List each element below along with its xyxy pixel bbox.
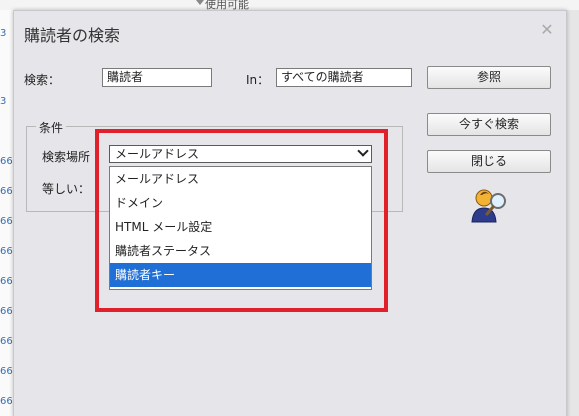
background-row: 3 <box>0 96 7 107</box>
chevron-down-icon <box>196 0 204 5</box>
close-button[interactable]: 閉じる <box>427 150 551 173</box>
dropdown-option-html-mail[interactable]: HTML メール設定 <box>110 215 371 239</box>
conditions-group-label: 条件 <box>36 119 67 136</box>
search-location-label: 検索場所 <box>42 150 91 164</box>
in-label: In： <box>246 73 270 87</box>
search-input[interactable]: 購読者 <box>102 68 212 87</box>
search-location-dropdown: メールアドレス ドメイン HTML メール設定 購読者ステータス 購読者キー <box>109 166 372 290</box>
search-location-select[interactable]: メールアドレス <box>109 145 372 163</box>
background-row: 66 <box>0 276 13 287</box>
background-row: 66 <box>0 336 13 347</box>
close-icon[interactable]: ✕ <box>538 21 556 39</box>
background-row: 66 <box>0 246 13 257</box>
background-top-bar: 使用可能 <box>0 0 579 11</box>
background-left-column: 3 3 66 66 66 66 66 66 66 66 66 <box>0 10 14 416</box>
background-row: 66 <box>0 366 13 377</box>
search-now-button[interactable]: 今すぐ検索 <box>427 113 551 136</box>
background-row: 66 <box>0 216 13 227</box>
equals-label: 等しい： <box>42 182 91 196</box>
subscriber-search-dialog: 購読者の検索 ✕ 検索： 購読者 In： すべての購読者 参照 今すぐ検索 閉じ… <box>13 10 567 416</box>
background-row: 3 <box>0 28 7 39</box>
dialog-title: 購読者の検索 <box>24 26 121 45</box>
dropdown-option-subscriber-status[interactable]: 購読者ステータス <box>110 239 371 263</box>
dialog-titlebar: 購読者の検索 ✕ <box>14 11 566 53</box>
search-label: 検索： <box>24 73 61 87</box>
search-location-selected: メールアドレス <box>115 147 200 161</box>
subscriber-search-icon <box>471 189 506 223</box>
background-row: 66 <box>0 306 13 317</box>
dropdown-option-subscriber-key[interactable]: 購読者キー <box>110 263 371 287</box>
dropdown-option-email[interactable]: メールアドレス <box>110 167 371 191</box>
in-folder-field[interactable]: すべての購読者 <box>276 68 412 87</box>
background-row: 66 <box>0 186 13 197</box>
chevron-down-icon[interactable] <box>357 145 369 157</box>
background-row: 66 <box>0 396 13 407</box>
browse-button[interactable]: 参照 <box>427 66 551 89</box>
dropdown-option-domain[interactable]: ドメイン <box>110 191 371 215</box>
background-row: 66 <box>0 156 13 167</box>
